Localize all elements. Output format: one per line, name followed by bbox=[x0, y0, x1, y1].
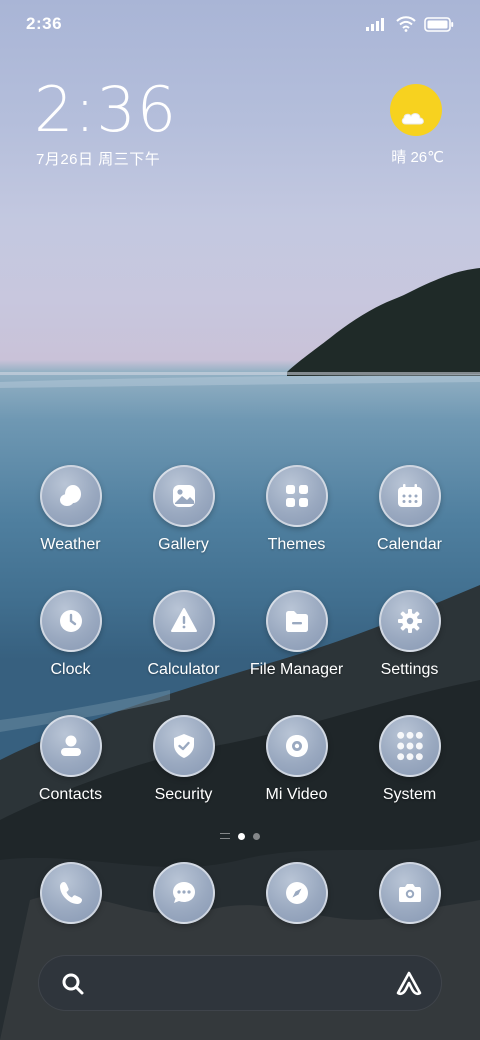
app-mi-video[interactable]: Mi Video bbox=[240, 715, 353, 815]
mi-video-icon bbox=[265, 715, 328, 777]
assistant-icon[interactable] bbox=[393, 968, 425, 1000]
gallery-icon bbox=[152, 465, 215, 527]
weather-icon bbox=[39, 465, 102, 527]
clock-date: 7月26日 周三下午 bbox=[36, 151, 161, 168]
battery-icon bbox=[424, 16, 454, 32]
app-label: Security bbox=[154, 786, 213, 803]
app-label: System bbox=[382, 786, 437, 803]
themes-icon bbox=[265, 465, 328, 527]
page-dot-active bbox=[238, 832, 245, 840]
weather-widget[interactable]: 晴 26℃ bbox=[370, 82, 450, 168]
system-folder-icon bbox=[378, 715, 441, 777]
app-calculator[interactable]: Calculator bbox=[127, 590, 240, 690]
search-bar[interactable] bbox=[38, 955, 442, 1011]
browser-icon[interactable] bbox=[266, 862, 328, 924]
page-indicator-menu-icon bbox=[220, 833, 230, 839]
messages-icon[interactable] bbox=[153, 862, 215, 924]
phone-icon[interactable] bbox=[40, 862, 102, 924]
app-label: Weather bbox=[40, 536, 101, 553]
app-label: Gallery bbox=[158, 536, 209, 553]
app-calendar[interactable]: Calendar bbox=[353, 465, 466, 565]
file-manager-icon bbox=[265, 590, 328, 652]
app-label: Calendar bbox=[377, 536, 442, 553]
calendar-icon bbox=[378, 465, 441, 527]
app-label: Themes bbox=[267, 536, 326, 553]
signal-icon bbox=[366, 18, 384, 31]
status-icons bbox=[366, 14, 454, 34]
page-dot bbox=[253, 832, 260, 840]
app-clock[interactable]: Clock bbox=[14, 590, 127, 690]
clock-widget[interactable]: 2:36 7月26日 周三下午 bbox=[34, 73, 254, 169]
app-label: Calculator bbox=[147, 661, 220, 678]
app-settings[interactable]: Settings bbox=[353, 590, 466, 690]
weather-text: 晴 26℃ bbox=[391, 149, 444, 166]
app-label: Clock bbox=[50, 661, 91, 678]
app-themes[interactable]: Themes bbox=[240, 465, 353, 565]
search-icon[interactable] bbox=[59, 970, 87, 998]
app-gallery[interactable]: Gallery bbox=[127, 465, 240, 565]
clock-time: 2:36 bbox=[34, 73, 178, 146]
contacts-icon bbox=[39, 715, 102, 777]
app-weather[interactable]: Weather bbox=[14, 465, 127, 565]
app-system-folder[interactable]: System bbox=[353, 715, 466, 815]
status-bar: 2:36 bbox=[0, 0, 480, 50]
clock-icon bbox=[39, 590, 102, 652]
app-contacts[interactable]: Contacts bbox=[14, 715, 127, 815]
calculator-icon bbox=[152, 590, 215, 652]
app-security[interactable]: Security bbox=[127, 715, 240, 815]
app-label: Settings bbox=[380, 661, 439, 678]
cloud-icon bbox=[401, 113, 424, 125]
page-indicator bbox=[200, 830, 280, 842]
camera-icon[interactable] bbox=[379, 862, 441, 924]
status-time: 2:36 bbox=[26, 14, 63, 33]
security-icon bbox=[152, 715, 215, 777]
app-file-manager[interactable]: File Manager bbox=[240, 590, 353, 690]
app-label: File Manager bbox=[249, 661, 344, 678]
app-label: Mi Video bbox=[265, 786, 328, 803]
wifi-icon bbox=[396, 16, 416, 32]
app-label: Contacts bbox=[38, 786, 103, 803]
settings-icon bbox=[378, 590, 441, 652]
